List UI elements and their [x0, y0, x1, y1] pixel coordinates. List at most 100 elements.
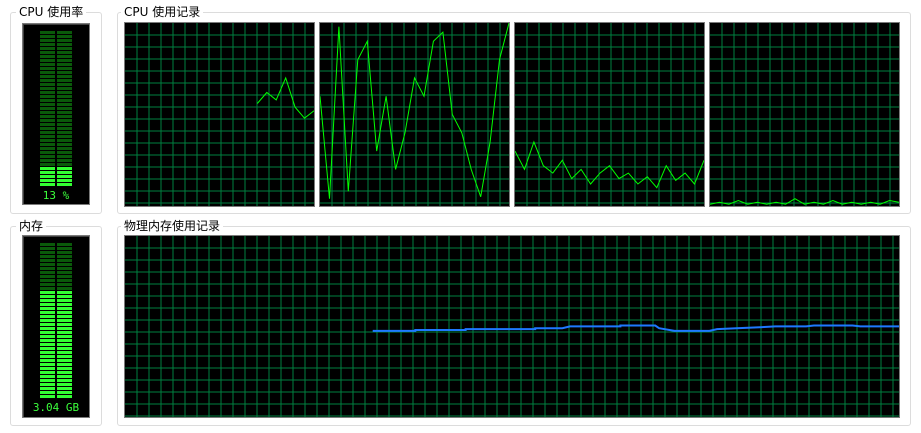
meter-segment — [40, 171, 55, 174]
meter-segment — [40, 359, 55, 362]
meter-segment — [57, 295, 72, 298]
cpu-graph-core-3 — [514, 22, 705, 207]
meter-segment — [40, 287, 55, 290]
cpu-graph-core-2 — [319, 22, 510, 207]
meter-segment — [40, 335, 55, 338]
meter-segment — [40, 271, 55, 274]
meter-segment — [57, 391, 72, 394]
meter-segment — [40, 275, 55, 278]
meter-segment — [40, 83, 55, 86]
meter-segment — [57, 275, 72, 278]
meter-segment — [40, 71, 55, 74]
meter-segment — [57, 255, 72, 258]
meter-segment — [40, 367, 55, 370]
meter-segment — [57, 267, 72, 270]
meter-segment — [40, 355, 55, 358]
cpu-meter-bars — [40, 31, 72, 186]
meter-segment — [57, 151, 72, 154]
meter-segment — [40, 75, 55, 78]
meter-segment — [40, 43, 55, 46]
meter-segment — [57, 279, 72, 282]
meter-segment — [40, 279, 55, 282]
meter-segment — [57, 335, 72, 338]
meter-segment — [40, 31, 55, 34]
meter-segment — [40, 35, 55, 38]
meter-segment — [57, 347, 72, 350]
meter-segment — [57, 143, 72, 146]
meter-segment — [57, 323, 72, 326]
meter-segment — [57, 115, 72, 118]
meter-segment — [40, 379, 55, 382]
meter-segment — [57, 59, 72, 62]
meter-segment — [40, 175, 55, 178]
meter-segment — [40, 159, 55, 162]
meter-segment — [57, 147, 72, 150]
meter-segment — [40, 299, 55, 302]
meter-segment — [57, 259, 72, 262]
meter-segment — [40, 315, 55, 318]
meter-segment — [57, 183, 72, 186]
meter-segment — [57, 327, 72, 330]
memory-meter: 3.04 GB — [22, 235, 90, 418]
meter-segment — [57, 343, 72, 346]
meter-segment — [57, 363, 72, 366]
memory-label: 内存 — [16, 219, 47, 233]
meter-segment — [57, 299, 72, 302]
meter-segment — [57, 171, 72, 174]
meter-segment — [40, 375, 55, 378]
meter-segment — [40, 79, 55, 82]
meter-segment — [40, 247, 55, 250]
meter-segment — [40, 183, 55, 186]
cpu-history-label: CPU 使用记录 — [121, 5, 204, 19]
meter-segment — [40, 91, 55, 94]
meter-segment — [40, 383, 55, 386]
meter-segment — [40, 151, 55, 154]
meter-segment — [57, 387, 72, 390]
meter-segment — [57, 139, 72, 142]
meter-segment — [40, 103, 55, 106]
meter-segment — [57, 131, 72, 134]
meter-segment — [57, 43, 72, 46]
meter-segment — [57, 355, 72, 358]
meter-segment — [57, 319, 72, 322]
meter-segment — [57, 127, 72, 130]
meter-segment — [40, 139, 55, 142]
meter-segment — [57, 35, 72, 38]
meter-segment — [40, 115, 55, 118]
meter-segment — [57, 263, 72, 266]
meter-segment — [40, 59, 55, 62]
meter-segment — [40, 135, 55, 138]
meter-segment — [57, 167, 72, 170]
meter-segment — [40, 47, 55, 50]
meter-segment — [57, 95, 72, 98]
meter-segment — [57, 39, 72, 42]
memory-history-graph — [124, 235, 900, 418]
meter-segment — [40, 255, 55, 258]
meter-segment — [40, 163, 55, 166]
meter-segment — [57, 315, 72, 318]
meter-segment — [57, 75, 72, 78]
meter-segment — [57, 163, 72, 166]
meter-segment — [40, 179, 55, 182]
meter-segment — [40, 95, 55, 98]
meter-segment — [57, 367, 72, 370]
meter-segment — [57, 71, 72, 74]
meter-segment — [40, 311, 55, 314]
meter-segment — [40, 303, 55, 306]
meter-segment — [40, 307, 55, 310]
meter-segment — [40, 391, 55, 394]
meter-segment — [40, 167, 55, 170]
meter-segment — [57, 155, 72, 158]
meter-segment — [40, 343, 55, 346]
meter-segment — [57, 119, 72, 122]
meter-segment — [40, 155, 55, 158]
meter-segment — [57, 371, 72, 374]
meter-segment — [40, 143, 55, 146]
meter-segment — [57, 359, 72, 362]
cpu-graph-core-4 — [709, 22, 900, 207]
meter-segment — [57, 379, 72, 382]
meter-segment — [40, 107, 55, 110]
meter-segment — [40, 395, 55, 398]
meter-segment — [40, 323, 55, 326]
meter-segment — [40, 387, 55, 390]
